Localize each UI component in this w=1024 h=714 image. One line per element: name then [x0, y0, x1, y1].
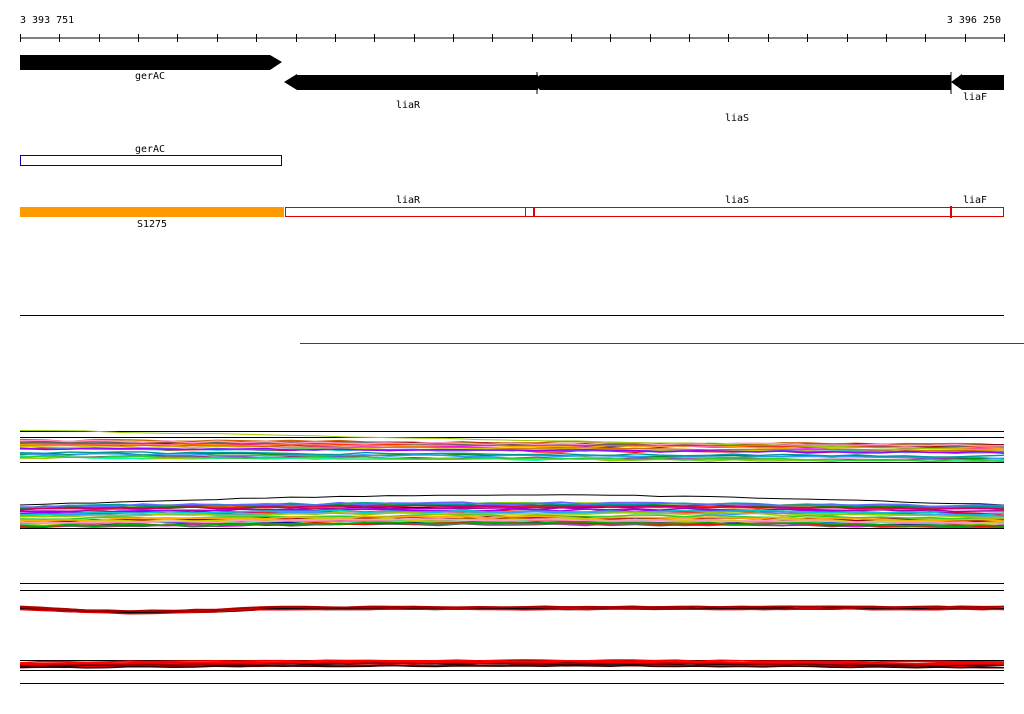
gene-label-liaR: liaR — [396, 100, 421, 111]
coordinate-ruler: 3 393 751 3 396 250 — [20, 15, 1005, 42]
ruler-end-label: 3 396 250 — [947, 15, 1001, 26]
gene-arrow-liaR[interactable] — [284, 74, 538, 90]
segment-label-liaS: liaS — [725, 195, 749, 206]
segment-box-s1275[interactable] — [20, 207, 284, 217]
segment-box-gap[interactable] — [525, 207, 534, 217]
segment-label-liaR: liaR — [396, 195, 421, 206]
gene-arrow-gerAC[interactable] — [20, 55, 282, 70]
gene-label-liaS: liaS — [725, 113, 749, 124]
segment-label-s1275: S1275 — [137, 219, 167, 230]
gene-label-gerAC: gerAC — [135, 71, 165, 82]
segment-box-liaR[interactable] — [285, 207, 526, 217]
gene-arrow-liaF[interactable] — [951, 74, 1004, 90]
segment-box-liaS[interactable] — [534, 207, 951, 217]
blue-feature-track: gerAC — [20, 144, 282, 166]
gene-arrow-liaS[interactable] — [531, 75, 951, 90]
gene-label-liaF: liaF — [963, 92, 987, 103]
blue-feature-box[interactable] — [20, 155, 282, 166]
genome-browser-canvas: 3 393 751 3 396 250 gerAC liaR liaS liaF… — [19, 15, 1024, 684]
ruler-start-label: 3 393 751 — [20, 15, 74, 26]
blue-feature-label: gerAC — [135, 144, 165, 155]
segment-box-liaF[interactable] — [950, 207, 1004, 217]
segment-label-liaF: liaF — [963, 195, 987, 206]
gene-track: gerAC liaR liaS liaF — [20, 55, 1004, 124]
segment-track: S1275 liaR liaS liaF — [20, 195, 1004, 230]
expression-profiles — [19, 430, 1005, 684]
